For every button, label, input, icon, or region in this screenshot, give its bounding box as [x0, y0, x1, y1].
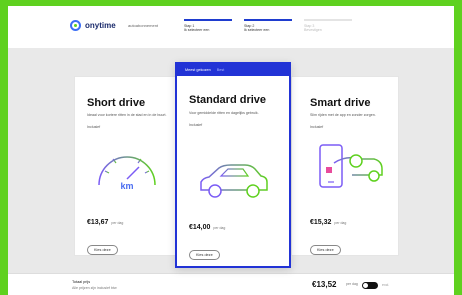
footer-subtitle: Alle prijzen zijn inclusief btw: [72, 286, 117, 290]
step-progress-bar: [184, 19, 232, 21]
step-label: Ik selecteer een: [244, 27, 270, 32]
step-1[interactable]: Stap 1 Ik selecteer een: [184, 19, 238, 39]
select-standard-drive-button[interactable]: Kies deze: [189, 250, 220, 260]
logo-icon: [70, 20, 81, 31]
step-label: Ik selecteer een: [184, 27, 210, 32]
plan-note: Inclusief: [310, 125, 324, 129]
price-value: €14,00: [189, 224, 211, 231]
plan-title: Smart drive: [310, 97, 371, 109]
vat-toggle-label: excl.: [382, 283, 390, 287]
step-2[interactable]: Stap 2 Ik selecteer een: [244, 19, 298, 39]
select-short-drive-button[interactable]: Kies deze: [87, 245, 118, 255]
banner-text: Meest gekozen: [185, 68, 211, 72]
step-progress-bar: [304, 19, 352, 21]
plan-title: Short drive: [87, 97, 146, 109]
price-value: €15,32: [310, 219, 332, 226]
select-smart-drive-button[interactable]: Kies deze: [310, 245, 341, 255]
footer-title: Totaal prijs: [72, 280, 91, 284]
vat-toggle[interactable]: [362, 282, 378, 289]
plan-description: Slim rijden met de app en zonder zorgen.: [310, 113, 376, 117]
speedometer-label: km: [120, 181, 133, 191]
banner-tag: Best: [216, 68, 225, 72]
step-3[interactable]: Stap 3 Bevestigen: [304, 19, 358, 39]
plan-price: €13,67 per dag: [87, 219, 123, 226]
price-unit: per dag: [213, 226, 226, 230]
recommended-banner: Meest gekozen Best: [177, 64, 289, 76]
logo[interactable]: onytime: [70, 20, 116, 31]
total-price: €13,52: [312, 280, 337, 289]
app-frame: onytime autoabonnement Stap 1 Ik selecte…: [8, 6, 454, 295]
phone-car-icon: [319, 144, 383, 188]
plan-note: Inclusief: [189, 123, 203, 127]
price-unit: per dag: [111, 221, 124, 225]
plan-price: €14,00 per dag: [189, 224, 225, 231]
header: onytime autoabonnement Stap 1 Ik selecte…: [8, 6, 454, 48]
total-price-unit: per dag: [346, 282, 358, 286]
plan-card-short-drive[interactable]: Short drive Ideaal voor kortere ritten i…: [74, 76, 182, 256]
step-label: Bevestigen: [304, 27, 322, 32]
price-value: €13,67: [87, 219, 109, 226]
plan-description: Voor gemiddelde ritten en dagelijks gebr…: [189, 111, 259, 115]
plan-card-smart-drive[interactable]: Smart drive Slim rijden met de app en zo…: [291, 76, 399, 256]
plan-price: €15,32 per dag: [310, 219, 346, 226]
price-unit: per dag: [334, 221, 347, 225]
plan-title: Standard drive: [189, 94, 267, 106]
plan-card-standard-drive[interactable]: Meest gekozen Best Standard drive Voor ge…: [175, 62, 291, 268]
logo-subtitle: autoabonnement: [128, 23, 159, 28]
plan-note: Inclusief: [87, 125, 101, 129]
logo-text: onytime: [85, 21, 116, 30]
plan-selection-area: Short drive Ideaal voor kortere ritten i…: [8, 48, 454, 273]
plan-description: Ideaal voor kortere ritten in de stad en…: [87, 113, 167, 117]
step-progress-bar: [244, 19, 292, 21]
car-icon: [200, 164, 268, 198]
footer-summary: Totaal prijs Alle prijzen zijn inclusief…: [8, 273, 454, 295]
speedometer-icon: km: [98, 154, 156, 191]
